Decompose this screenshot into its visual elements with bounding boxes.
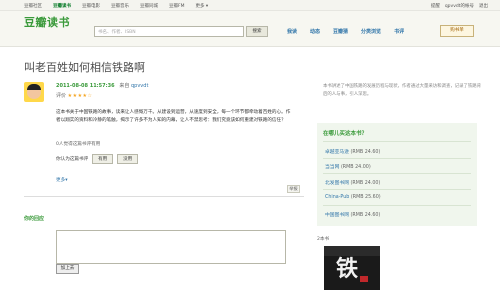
cover-title: 铁 (336, 256, 359, 282)
top-nav: 豆瓣社区 豆瓣读书 豆瓣电影 豆瓣音乐 豆瓣同城 豆瓣FM 更多 ▾ (24, 3, 208, 9)
notify-link[interactable]: 提醒 (431, 3, 440, 9)
add-comment-button[interactable]: 加上去 (56, 264, 79, 274)
shop-price: (RMB 25.60) (350, 195, 381, 200)
douban-book-logo[interactable]: 豆瓣读书 (24, 14, 70, 30)
top-bar: 豆瓣社区 豆瓣读书 豆瓣电影 豆瓣音乐 豆瓣同城 豆瓣FM 更多 ▾ 提醒 qp… (0, 0, 500, 11)
top-nav-item[interactable]: 豆瓣社区 (24, 3, 42, 9)
sub-nav-item[interactable]: 分类浏览 (361, 28, 381, 35)
cover-band (324, 246, 380, 256)
top-nav-item[interactable]: 豆瓣电影 (82, 3, 100, 9)
avatar-hair (27, 84, 41, 90)
account-link[interactable]: qpvvdt的帐号 (445, 3, 474, 9)
rating-row: 评价 ★★★★☆ (56, 92, 93, 99)
divider (24, 196, 304, 197)
account-links: 提醒 qpvvdt的帐号 退出 (431, 3, 488, 9)
shop-item[interactable]: 北发图书网 (RMB 24.00) (325, 179, 380, 186)
shop-name[interactable]: 当当网 (325, 165, 339, 170)
rating-stars: ★★★★☆ (67, 93, 93, 99)
review-date: 2011-08-08 11:57:36 (56, 83, 115, 89)
logo-part: 豆瓣 (24, 17, 47, 29)
divider (323, 173, 471, 174)
top-nav-item[interactable]: 豆瓣音乐 (111, 3, 129, 9)
shop-price: (RMB 24.00) (350, 181, 381, 186)
sub-nav: 我读 动态 豆瓣猜 分类浏览 书评 (287, 28, 404, 35)
sub-nav-item[interactable]: 书评 (394, 28, 404, 35)
search-input[interactable]: 书名、作者、ISBN (94, 26, 244, 37)
shop-price: (RMB 24.00) (340, 165, 371, 170)
review-body: 这本书关于中国铁路的故事，读来让人感慨万千。从建设到运营，从速度到安全，每一个环… (56, 110, 291, 123)
search-button[interactable]: 搜索 (246, 26, 268, 37)
rating-label: 评价 (56, 93, 67, 99)
vote-row: 你认为这篇书评 有用 没用 (56, 154, 139, 164)
reviewer-link[interactable]: qpvvdt (131, 83, 148, 89)
divider (323, 205, 471, 206)
shop-item[interactable]: 卓越亚马逊 (RMB 24.60) (325, 148, 380, 155)
shop-name[interactable]: 北发图书网 (325, 181, 349, 186)
shop-item[interactable]: 中国图书网 (RMB 24.60) (325, 211, 380, 218)
book-cover[interactable]: 铁 (324, 246, 380, 290)
shop-name[interactable]: China-Pub (325, 195, 349, 200)
vote-useful-button[interactable]: 有用 (92, 154, 114, 164)
buy-header: 在哪儿买这本书？ (323, 131, 368, 137)
shop-name[interactable]: 卓越亚马逊 (325, 150, 349, 155)
cart-button[interactable]: 购书单 (440, 25, 474, 37)
shop-item[interactable]: China-Pub (RMB 25.60) (325, 195, 381, 200)
top-nav-more[interactable]: 更多 ▾ (195, 3, 208, 9)
logo-part: 读书 (47, 17, 70, 29)
more-link[interactable]: 更多▾ (56, 177, 68, 183)
report-button[interactable]: 举报 (287, 185, 300, 193)
comment-textarea[interactable] (56, 230, 286, 264)
sub-nav-item[interactable]: 豆瓣猜 (333, 28, 348, 35)
from-label: 来自 (119, 83, 130, 89)
shop-item[interactable]: 当当网 (RMB 24.00) (325, 163, 371, 170)
sub-nav-item[interactable]: 我读 (287, 28, 297, 35)
top-nav-item-active[interactable]: 豆瓣读书 (53, 3, 71, 9)
comment-label: 你的回应 (24, 216, 45, 222)
shop-price: (RMB 24.60) (350, 150, 381, 155)
sub-nav-item[interactable]: 动态 (310, 28, 320, 35)
useful-count: 0人觉得这篇书评有用 (56, 142, 101, 147)
vote-prompt: 你认为这篇书评 (56, 157, 89, 162)
top-nav-item[interactable]: 豆瓣FM (169, 3, 184, 9)
review-meta: 2011-08-08 11:57:36 来自 qpvvdt (56, 82, 148, 89)
vote-useless-button[interactable]: 没用 (117, 154, 139, 164)
divider (323, 141, 471, 142)
divider (323, 158, 471, 159)
shop-name[interactable]: 中国图书网 (325, 213, 349, 218)
logout-link[interactable]: 退出 (479, 3, 488, 9)
where-to-buy-box: 在哪儿买这本书？ 卓越亚马逊 (RMB 24.60) 当当网 (RMB 24.0… (317, 123, 477, 226)
divider (323, 189, 471, 190)
avatar[interactable] (24, 82, 44, 102)
book-intro: 本书讲述了中国铁路的发展历程与现状，作者通过大量采访和调查，记录了铁路背后的人与… (323, 84, 482, 97)
books-label: 2本书 (317, 237, 330, 242)
page-title: 叫老百姓如何相信铁路啊 (24, 61, 145, 74)
shop-price: (RMB 24.60) (350, 213, 381, 218)
cover-accent (360, 276, 368, 282)
top-nav-item[interactable]: 豆瓣同城 (140, 3, 158, 9)
